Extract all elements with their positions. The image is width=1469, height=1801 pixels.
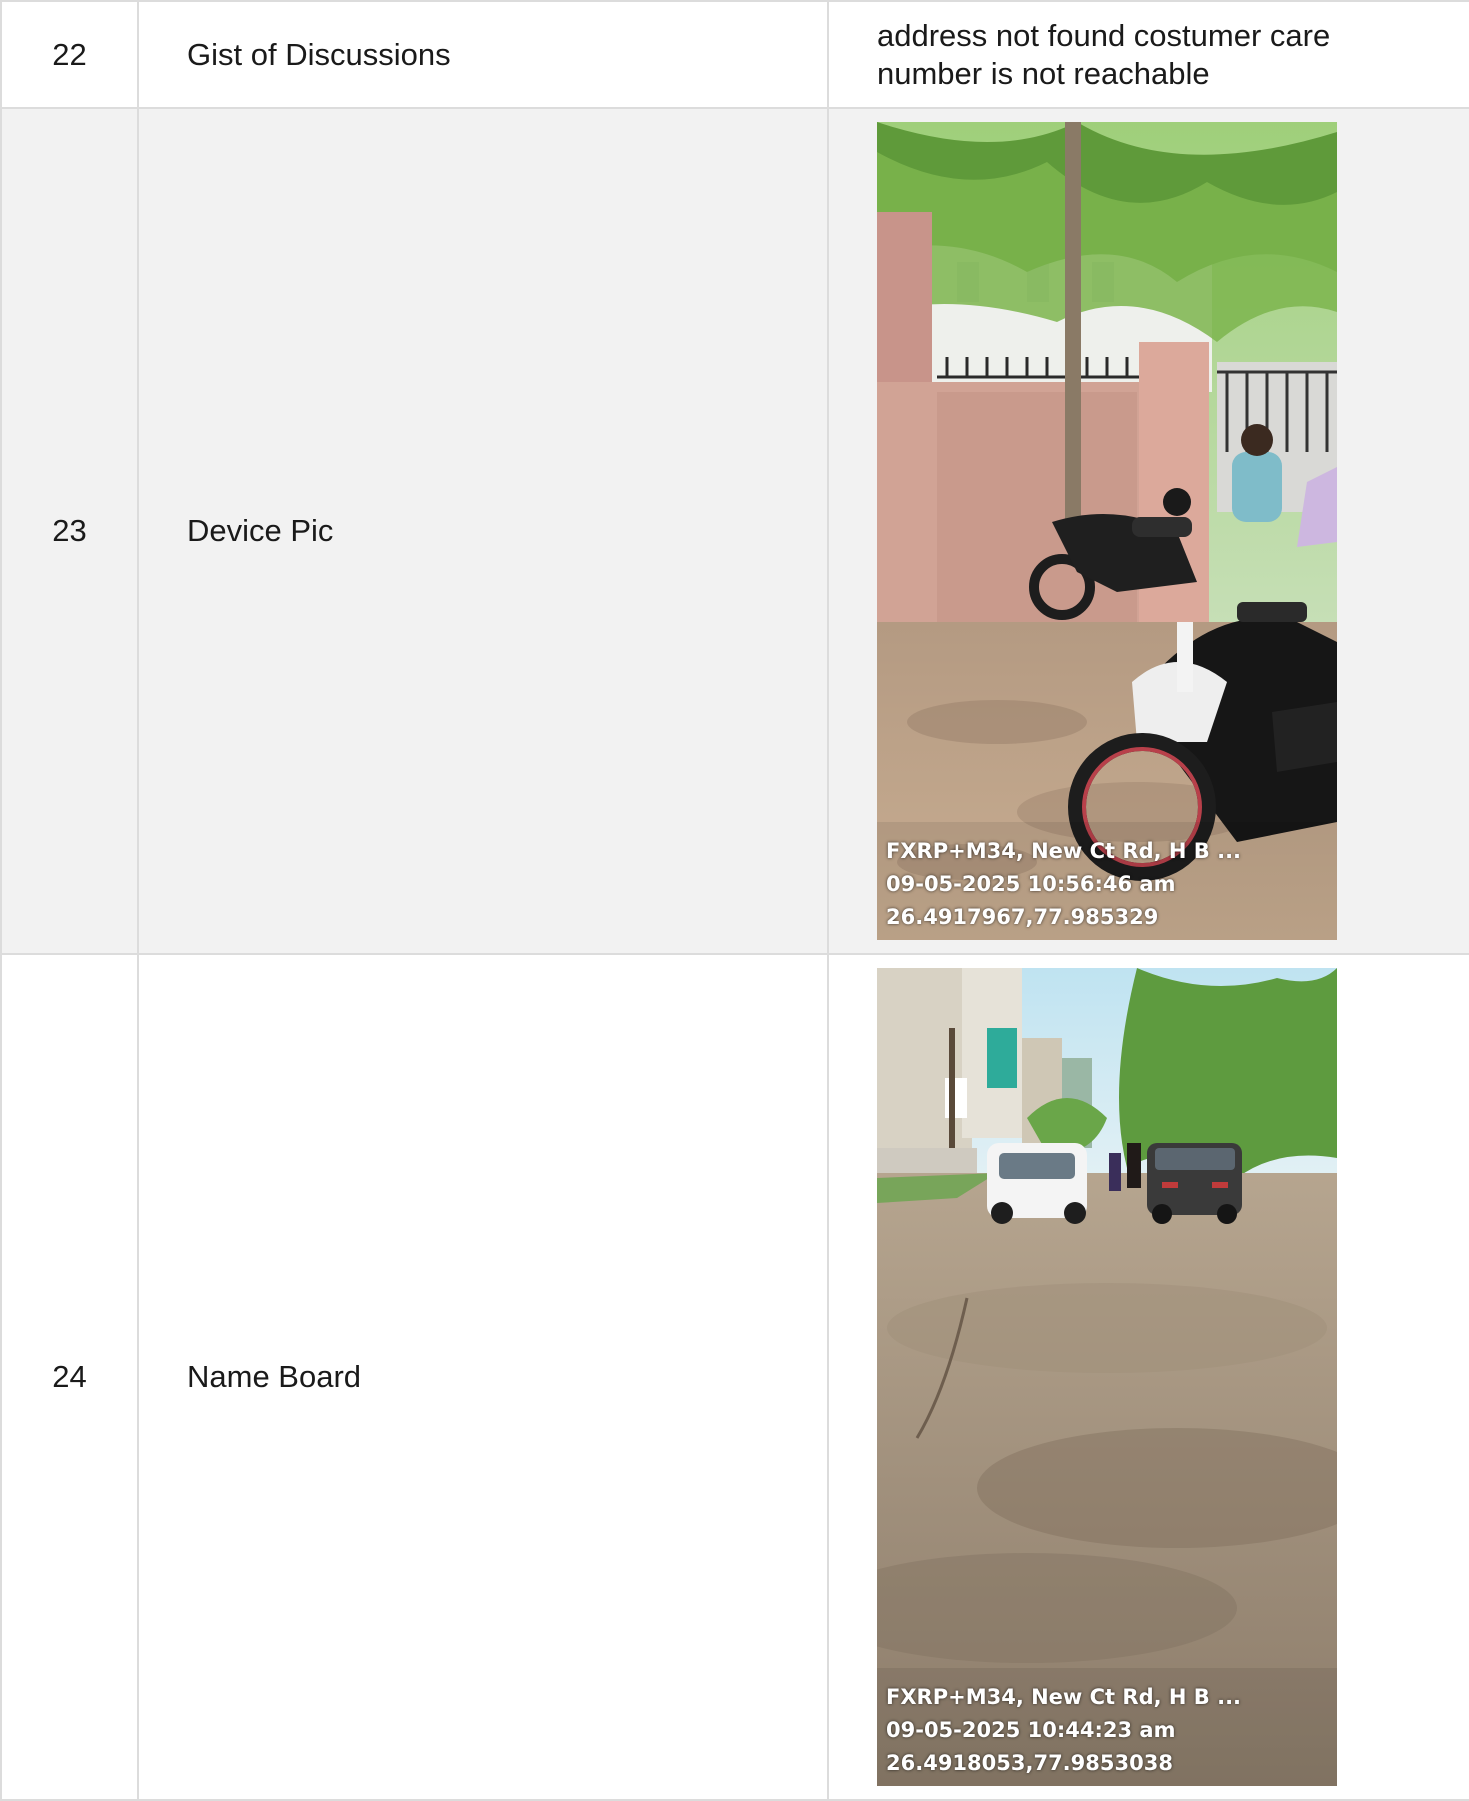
row-label: Name Board <box>137 953 829 1801</box>
photo-coordinates-line: 26.4918053,77.9853038 <box>886 1751 1173 1775</box>
device-pic-cell: FXRP+M34, New Ct Rd, H B ... 09-05-2025 … <box>827 107 1469 955</box>
device-photo-scene <box>877 122 1337 940</box>
name-board-photo[interactable]: FXRP+M34, New Ct Rd, H B ... 09-05-2025 … <box>877 968 1337 1786</box>
table-row: 22 Gist of Discussions address not found… <box>0 0 1469 109</box>
table-row: 24 Name Board FXRP+M34, New Ct Rd, H B .… <box>0 953 1469 1801</box>
row-number: 23 <box>0 107 139 955</box>
details-table: 22 Gist of Discussions address not found… <box>0 0 1469 1801</box>
gist-text: address not found costumer care number i… <box>877 17 1331 91</box>
row-label: Gist of Discussions <box>137 0 829 109</box>
photo-datetime-line: 09-05-2025 10:44:23 am <box>886 1718 1176 1742</box>
name-board-photo-scene <box>877 968 1337 1786</box>
gist-of-discussions-value: address not found costumer care number i… <box>827 0 1469 109</box>
table-row: 23 Device Pic FXRP+M34, New Ct Rd, H B .… <box>0 107 1469 955</box>
row-label: Device Pic <box>137 107 829 955</box>
row-number: 24 <box>0 953 139 1801</box>
photo-address-line: FXRP+M34, New Ct Rd, H B ... <box>886 1685 1242 1709</box>
photo-geotag-stamp: FXRP+M34, New Ct Rd, H B ... 09-05-2025 … <box>886 1681 1241 1780</box>
photo-address-line: FXRP+M34, New Ct Rd, H B ... <box>886 839 1242 863</box>
name-board-cell: FXRP+M34, New Ct Rd, H B ... 09-05-2025 … <box>827 953 1469 1801</box>
photo-geotag-stamp: FXRP+M34, New Ct Rd, H B ... 09-05-2025 … <box>886 835 1241 934</box>
row-number: 22 <box>0 0 139 109</box>
photo-datetime-line: 09-05-2025 10:56:46 am <box>886 872 1176 896</box>
device-photo[interactable]: FXRP+M34, New Ct Rd, H B ... 09-05-2025 … <box>877 122 1337 940</box>
photo-coordinates-line: 26.4917967,77.985329 <box>886 905 1159 929</box>
